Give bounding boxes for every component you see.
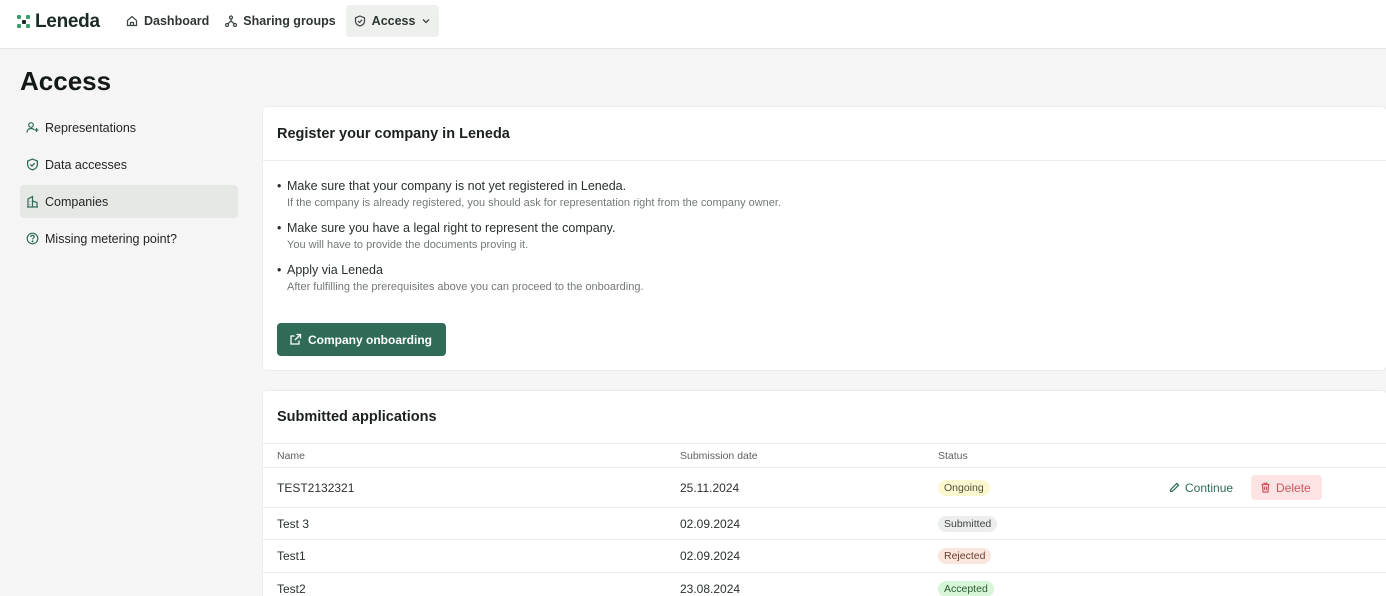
- home-icon: [126, 15, 138, 27]
- nav-sharing-groups[interactable]: Sharing groups: [219, 5, 341, 37]
- table-row: TEST2132321 25.11.2024 Ongoing Continue …: [263, 468, 1386, 508]
- column-header-name: Name: [277, 449, 306, 462]
- sidebar-item-data-accesses[interactable]: Data accesses: [20, 148, 238, 181]
- application-name: Test 3: [277, 516, 310, 531]
- requirement-title: Make sure that your company is not yet r…: [287, 179, 627, 193]
- requirement-item: • Make sure you have a legal right to rep…: [277, 221, 1372, 251]
- requirement-item: • Apply via Leneda After fulfilling the p…: [277, 263, 1372, 293]
- requirement-subtitle: If the company is already registered, yo…: [287, 197, 782, 209]
- nav-dashboard[interactable]: Dashboard: [120, 5, 215, 37]
- continue-label: Continue: [1185, 480, 1234, 495]
- requirements-list: • Make sure that your company is not yet …: [263, 161, 1386, 293]
- submitted-applications-card: Submitted applications Name Submission d…: [263, 391, 1386, 596]
- page-title: Access: [20, 66, 112, 96]
- requirement-subtitle: You will have to provide the documents p…: [287, 239, 529, 251]
- nav-dashboard-label: Dashboard: [144, 14, 210, 28]
- status-badge: Submitted: [938, 515, 998, 532]
- status-badge: Accepted: [938, 580, 994, 596]
- user-plus-icon: [26, 122, 39, 133]
- requirement-subtitle: After fulfilling the prerequisites above…: [287, 281, 644, 293]
- column-header-status: Status: [938, 449, 968, 462]
- register-card-title: Register your company in Leneda: [263, 107, 1386, 161]
- application-date: 02.09.2024: [680, 516, 741, 531]
- chevron-down-icon: [423, 19, 430, 24]
- column-header-date: Submission date: [680, 449, 758, 462]
- company-onboarding-label: Company onboarding: [308, 332, 432, 347]
- continue-button[interactable]: Continue: [1169, 481, 1233, 495]
- delete-button[interactable]: Delete: [1251, 475, 1322, 500]
- applications-table: Name Submission date Status TEST2132321 …: [263, 444, 1386, 596]
- nav-access[interactable]: Access: [345, 5, 440, 37]
- status-badge: Rejected: [938, 548, 992, 564]
- nav-sharing-groups-label: Sharing groups: [243, 14, 336, 28]
- sidebar-item-missing-metering-point[interactable]: Missing metering point?: [20, 222, 238, 255]
- application-name: Test1: [277, 549, 306, 563]
- shield-icon: [354, 15, 365, 27]
- logo-text: Leneda: [35, 11, 100, 32]
- requirement-title: Apply via Leneda: [287, 263, 383, 277]
- register-company-card: Register your company in Leneda • Make su…: [263, 107, 1386, 370]
- building-icon: [27, 195, 38, 208]
- pencil-icon: [1169, 482, 1180, 493]
- logo-mark-icon: [17, 15, 31, 29]
- application-date: 23.08.2024: [680, 581, 741, 596]
- requirement-title: Make sure you have a legal right to repr…: [287, 221, 616, 235]
- application-date: 25.11.2024: [680, 480, 740, 495]
- application-name: TEST2132321: [277, 480, 355, 495]
- table-row: Test 3 02.09.2024 Submitted: [263, 508, 1386, 540]
- main-nav: Dashboard Sharing groups Access: [120, 5, 443, 37]
- table-row: Test1 02.09.2024 Rejected: [263, 540, 1386, 573]
- sidebar-item-companies[interactable]: Companies: [20, 185, 238, 218]
- side-nav: Representations Data accesses Companies …: [20, 111, 238, 259]
- leneda-logo[interactable]: Leneda: [17, 11, 100, 33]
- sidebar-item-label: Missing metering point?: [45, 231, 178, 246]
- sidebar-item-label: Companies: [45, 194, 109, 209]
- requirement-item: • Make sure that your company is not yet …: [277, 179, 1372, 209]
- status-badge: Ongoing: [938, 479, 990, 496]
- submitted-applications-title: Submitted applications: [263, 391, 1386, 444]
- application-date: 02.09.2024: [680, 549, 741, 563]
- trash-icon: [1261, 482, 1270, 493]
- delete-label: Delete: [1276, 480, 1311, 495]
- nav-access-label: Access: [371, 14, 416, 28]
- top-bar: Leneda Dashboard Sharing groups Access: [0, 0, 1386, 49]
- table-header: Name Submission date Status: [263, 444, 1386, 468]
- shield-icon: [26, 158, 39, 171]
- table-row: Test2 23.08.2024 Accepted: [263, 573, 1386, 596]
- sidebar-item-label: Representations: [45, 120, 137, 135]
- external-link-icon: [290, 333, 302, 345]
- sidebar-item-label: Data accesses: [45, 157, 127, 172]
- sidebar-item-representations[interactable]: Representations: [20, 111, 238, 144]
- help-circle-icon: [26, 232, 39, 245]
- share-icon: [225, 15, 238, 27]
- application-name: Test2: [277, 581, 306, 596]
- company-onboarding-button[interactable]: Company onboarding: [277, 323, 446, 356]
